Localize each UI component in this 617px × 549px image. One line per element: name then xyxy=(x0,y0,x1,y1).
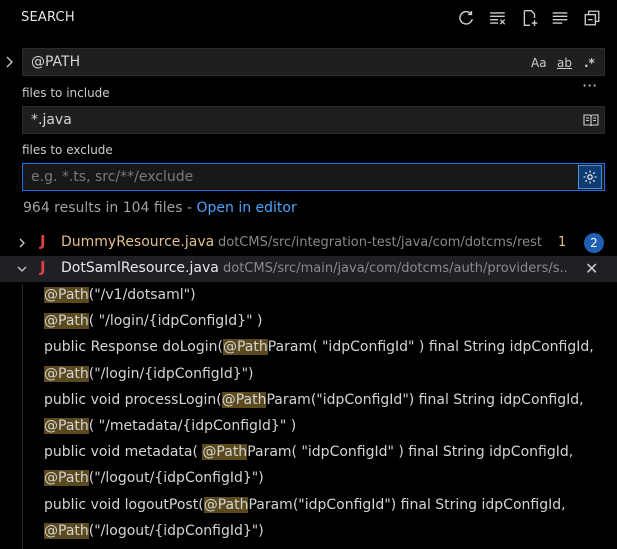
match-prefix: public void metadata( xyxy=(44,444,203,461)
match-highlight: @Path xyxy=(202,444,248,461)
chevron-down-icon[interactable] xyxy=(16,263,28,275)
match-suffix: ( "/login/{idpConfigId}" ) xyxy=(88,313,263,330)
match-highlight: @Path xyxy=(44,313,89,330)
open-in-editor-link[interactable]: Open in editor xyxy=(196,200,296,216)
match-line[interactable]: @Path( "/login/{idpConfigId}" ) xyxy=(44,313,263,330)
match-prefix: public void logoutPost( xyxy=(44,496,204,513)
match-suffix: Param("idpConfigId") final String idpCon… xyxy=(248,496,566,513)
result-file-row[interactable]: J DotSamlResource.java dotCMS/src/main/j… xyxy=(0,256,617,282)
java-file-icon: J xyxy=(40,232,46,250)
more-options-icon[interactable]: ··· xyxy=(582,76,597,95)
toggle-replace-chevron-icon[interactable] xyxy=(4,53,16,71)
chevron-right-icon[interactable] xyxy=(16,237,28,249)
problem-badge: 2 xyxy=(584,233,604,253)
result-file-row[interactable]: J DummyResource.java dotCMS/src/integrat… xyxy=(0,230,617,256)
match-count: 1 xyxy=(558,235,567,250)
results-count-text: 964 results in 104 files - xyxy=(23,200,197,216)
match-highlight: @Path xyxy=(44,418,89,434)
collapse-all-icon[interactable] xyxy=(582,8,602,28)
match-case-toggle[interactable]: Aa xyxy=(531,54,547,72)
match-highlight: @Path xyxy=(203,496,249,513)
view-as-tree-icon[interactable] xyxy=(550,8,570,28)
include-input[interactable] xyxy=(31,112,551,128)
exclude-label: files to exclude xyxy=(22,143,113,157)
match-suffix: ("/logout/{idpConfigId}") xyxy=(88,470,264,487)
match-highlight: @Path xyxy=(44,522,89,539)
match-line[interactable]: public void processLogin(@PathParam("idp… xyxy=(44,391,584,408)
search-field[interactable]: Aa ab .* xyxy=(22,48,605,76)
match-suffix: ( "/metadata/{idpConfigId}" ) xyxy=(88,418,297,434)
match-suffix: Param("idpConfigId") final String idpCon… xyxy=(266,391,584,408)
clear-results-icon[interactable] xyxy=(488,8,508,28)
match-suffix: Param( "idpConfigId" ) final String idpC… xyxy=(247,444,574,461)
use-exclude-settings-icon[interactable] xyxy=(578,165,602,189)
match-line[interactable]: @Path( "/metadata/{idpConfigId}" ) xyxy=(44,418,296,434)
result-file-name: DotSamlResource.java xyxy=(61,260,219,276)
match-highlight: @Path xyxy=(44,365,89,382)
match-suffix: ("/login/{idpConfigId}") xyxy=(88,365,254,382)
match-suffix: Param( "idpConfigId" ) final String idpC… xyxy=(267,339,594,356)
exclude-field[interactable] xyxy=(22,163,605,191)
match-suffix: ("/logout/{idpConfigId}") xyxy=(88,522,264,539)
match-line[interactable]: @Path("/v1/dotsaml") xyxy=(44,287,196,303)
refresh-icon[interactable] xyxy=(456,8,476,28)
open-editors-only-icon[interactable] xyxy=(583,113,599,131)
java-file-icon: J xyxy=(40,258,46,276)
result-file-name: DummyResource.java xyxy=(61,234,215,250)
search-input[interactable] xyxy=(31,54,551,70)
match-highlight: @Path xyxy=(44,470,89,487)
new-search-editor-icon[interactable] xyxy=(520,8,540,28)
match-prefix: public void processLogin( xyxy=(44,391,222,408)
results-summary: 964 results in 104 files - Open in edito… xyxy=(23,200,297,216)
match-suffix: ("/v1/dotsaml") xyxy=(88,287,196,303)
dismiss-file-close-icon[interactable]: ✕ xyxy=(585,259,598,278)
match-line[interactable]: public void logoutPost(@PathParam("idpCo… xyxy=(44,496,566,513)
match-line[interactable]: @Path("/logout/{idpConfigId}") xyxy=(44,470,264,487)
exclude-input[interactable] xyxy=(31,169,551,185)
indent-guide xyxy=(22,284,23,549)
match-line[interactable]: public Response doLogin(@PathParam( "idp… xyxy=(44,339,594,356)
match-highlight: @Path xyxy=(221,391,267,408)
panel-title: SEARCH xyxy=(21,10,75,25)
match-highlight: @Path xyxy=(44,287,89,303)
match-highlight: @Path xyxy=(222,339,268,356)
match-line[interactable]: public void metadata( @PathParam( "idpCo… xyxy=(44,444,574,461)
match-line[interactable]: @Path("/login/{idpConfigId}") xyxy=(44,365,254,382)
include-field[interactable] xyxy=(22,106,605,134)
result-file-path: dotCMS/src/main/java/com/dotcms/auth/pro… xyxy=(223,261,568,276)
regex-toggle[interactable]: .* xyxy=(584,54,595,72)
result-file-path: dotCMS/src/integration-test/java/com/dot… xyxy=(218,235,542,250)
match-line[interactable]: @Path("/logout/{idpConfigId}") xyxy=(44,522,264,539)
whole-word-toggle[interactable]: ab xyxy=(557,54,572,72)
include-label: files to include xyxy=(22,86,110,100)
match-prefix: public Response doLogin( xyxy=(44,339,223,356)
